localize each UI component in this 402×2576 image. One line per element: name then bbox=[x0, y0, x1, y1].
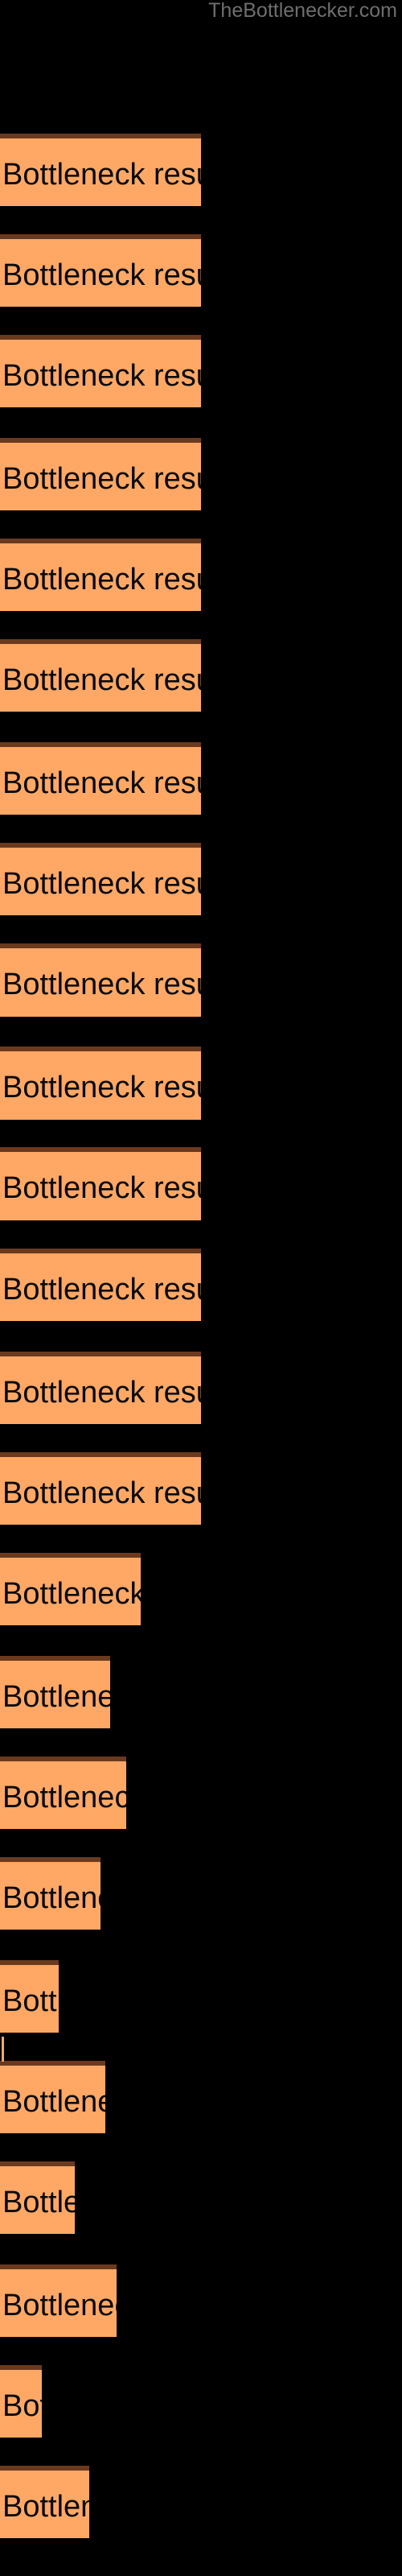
bar[interactable]: Bottleneck result bbox=[0, 943, 202, 1017]
legend-swatch bbox=[2, 2037, 4, 2062]
bar[interactable]: Bottleneck result bbox=[0, 2061, 105, 2134]
bar-label: Bottleneck result bbox=[2, 563, 201, 597]
bar[interactable]: Bottleneck result bbox=[0, 1248, 202, 1321]
bar[interactable]: Bottleneck result bbox=[0, 2365, 43, 2438]
bar[interactable]: Bottleneck result bbox=[0, 539, 202, 612]
bar[interactable]: Bottleneck result bbox=[0, 1147, 202, 1220]
bar[interactable]: Bottleneck result bbox=[0, 1856, 101, 1930]
bar[interactable]: Bottleneck result bbox=[0, 1046, 202, 1120]
bar[interactable]: Bottleneck result bbox=[0, 233, 202, 308]
bar-label: Bottleneck result bbox=[2, 462, 201, 496]
bar-label: Bottleneck result bbox=[2, 2389, 42, 2424]
bar[interactable]: Bottleneck result bbox=[0, 742, 202, 815]
bar[interactable]: Bottleneck result bbox=[0, 1655, 110, 1728]
bar[interactable]: Bottleneck result bbox=[0, 1552, 141, 1625]
bar-label: Bottleneck result bbox=[2, 1476, 201, 1510]
bar-label: Bottleneck result bbox=[2, 1576, 141, 1611]
bar[interactable]: Bottleneck result bbox=[0, 438, 202, 511]
bar-label: Bottleneck result bbox=[2, 663, 201, 698]
bar-label: Bottleneck result bbox=[2, 867, 201, 902]
bar-label: Bottleneck result bbox=[2, 1984, 59, 2018]
bar[interactable]: Bottleneck result bbox=[0, 1351, 202, 1424]
bar-label: Bottleneck result bbox=[2, 1679, 110, 1714]
bar[interactable]: Bottleneck result bbox=[0, 639, 202, 712]
bar-label: Bottleneck result bbox=[2, 1272, 201, 1307]
bar-label: Bottleneck result bbox=[2, 1171, 201, 1206]
bar-label: Bottleneck result bbox=[2, 359, 201, 393]
bar-label: Bottleneck result bbox=[2, 766, 201, 801]
bar[interactable]: Bottleneck result bbox=[0, 2161, 76, 2235]
bar-label: Bottleneck result bbox=[2, 2085, 105, 2119]
bar-label: Bottleneck result bbox=[2, 1071, 201, 1105]
bar[interactable]: Bottleneck result bbox=[0, 2466, 89, 2539]
bar[interactable]: Bottleneck result bbox=[0, 335, 202, 408]
bar[interactable]: Bottleneck result bbox=[0, 2264, 117, 2338]
bar-label: Bottleneck result bbox=[2, 1780, 126, 1814]
bar[interactable]: Bottleneck result bbox=[0, 1959, 59, 2033]
bar-label: Bottleneck result bbox=[2, 2186, 75, 2220]
plot-area: Bottleneck result Bottleneck result Bottle… bbox=[0, 0, 402, 2576]
bar[interactable]: Bottleneck result bbox=[0, 843, 202, 916]
bar-label: Bottleneck result bbox=[2, 968, 201, 1002]
bottleneck-chart: TheBottlenecker.com Bottleneck resultBot… bbox=[0, 0, 402, 2576]
bar[interactable]: Bottleneck result bbox=[0, 1451, 202, 1525]
bar-label: Bottleneck result bbox=[2, 258, 201, 292]
bar-label: Bottleneck result bbox=[2, 157, 201, 192]
bar-label: Bottleneck result bbox=[2, 2289, 117, 2323]
bar-label: Bottleneck result bbox=[2, 1880, 100, 1915]
bar[interactable]: Bottleneck result bbox=[0, 133, 202, 206]
bar-label: Bottleneck result bbox=[2, 2490, 89, 2524]
bar-label: Bottleneck result bbox=[2, 1375, 201, 1410]
bar[interactable]: Bottleneck result bbox=[0, 1756, 127, 1829]
